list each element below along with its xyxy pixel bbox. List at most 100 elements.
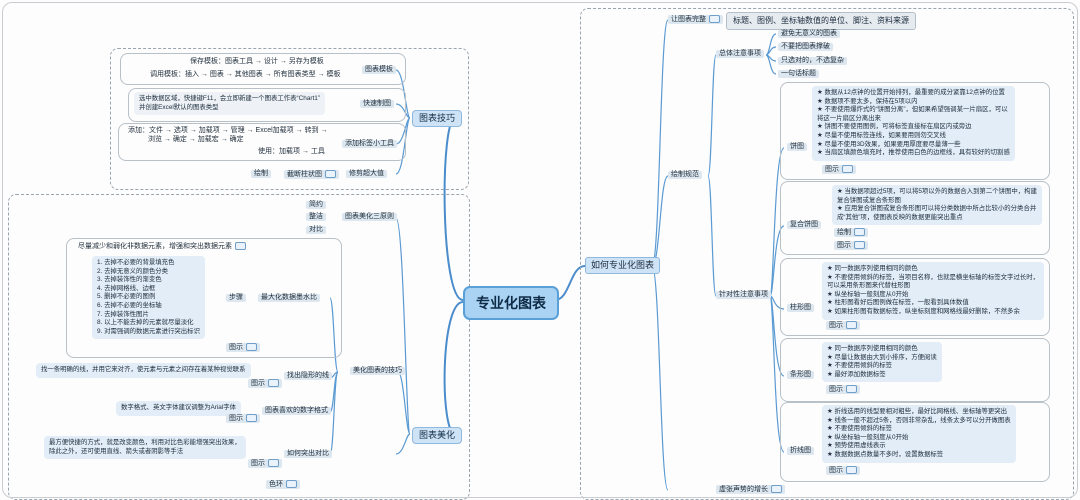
general-item-0[interactable]: 避免无意义的图表 [778,30,840,38]
step-item: 5. 删掉不必要的图例 [97,293,156,301]
node-complete[interactable]: 让图表完整 [668,15,723,24]
node-addin[interactable]: 添加标签小工具 [342,140,397,148]
node-pie[interactable]: 饼图 [787,143,807,151]
branch-skills[interactable]: 图表技巧 [412,110,463,127]
number-ref[interactable]: 图示 [226,414,260,423]
bottom-cut-label: 虚张声势的增长 [719,485,768,493]
line-note: ★ 折线选用的线型要相对粗些，最好比网格线、坐标轴等更突出 [827,408,1008,415]
bar-note: ★ 同一数据序列使用相同的颜色 [827,345,918,352]
template-item-0[interactable]: 保存模板：图表工具 → 设计 → 另存为模板 [190,58,324,66]
general-item-2[interactable]: 只选对的，不选复杂 [778,57,847,65]
step-item: 6. 去掉不必要的坐标轴 [97,301,162,309]
line-note: ★ 不要使用倾斜的标签 [827,425,893,433]
three-item-0[interactable]: 简约 [306,201,326,209]
node-contrast[interactable]: 如何突出对比 [284,450,332,458]
ratio-ref-label: 图示 [229,343,243,351]
callout-complete: 标题、图例、坐标轴数值的单位、脚注、资料来源 [726,12,916,30]
node-tips[interactable]: 美化图表的技巧 [350,367,405,375]
node-draw[interactable]: 绘制 [251,170,271,178]
contrast-note-line: 除此之外，还可使用直线、箭头或者阴影等手法 [49,447,184,455]
pie-note: ★ 尽量不使用标签连线，如果要用则勿交叉线 [817,131,946,139]
comment-icon [854,228,865,236]
pie-note: ★ 数据从12点钟的位置开始排列，最重要的成分紧靠12点钟的位置 [817,89,1005,96]
truncate-label: 截断柱状图 [287,170,322,178]
comment-icon [235,242,246,250]
quick-note-line: 选中数据区域，快捷键F11，会立即新建一个图表工作表“Chart1” [139,95,320,102]
column-note: ★ 柱形图看好后图例做在标签，一般看到具体数值 [827,299,969,307]
line-ref[interactable]: 图示 [826,466,860,475]
compound-ref[interactable]: 图示 [834,241,868,250]
contrast-ref[interactable]: 图示 [248,459,282,468]
number-ref-label: 图示 [229,414,243,422]
compound-draw-label: 绘制 [837,228,851,236]
column-note: 可以采用条形图来代替柱形图 [827,282,911,290]
comment-icon [709,15,720,23]
image-icon [268,379,279,387]
image-icon [846,466,857,474]
compound-draw[interactable]: 绘制 [834,228,868,237]
hidden-ref[interactable]: 图示 [248,379,282,388]
bar-note: ★ 最好添加数据标签 [827,370,886,378]
node-chart-points[interactable]: 针对性注意事项 [716,291,771,299]
node-quick[interactable]: 快速制图 [360,100,394,108]
addin-item-0[interactable]: 添加：文件 → 选项 → 加载项 → 管理 → Excel加载项 → 转到 → [128,127,328,135]
comment-icon [325,170,336,178]
image-icon [842,165,853,173]
addin-item-2[interactable]: 使用：加载项 → 工具 [258,148,325,156]
node-ratio[interactable]: 最大化数据墨水比 [258,294,320,302]
node-three[interactable]: 图表美化三原则 [342,213,397,221]
pie-note: ★ 尽量不使用3D效果，如果要用厚度要尽量薄一些 [817,140,961,148]
node-general[interactable]: 总体注意事项 [716,50,764,58]
line-note: ★ 线条一般不超过5条，否则非常杂乱，线条太多可以分开做图表 [827,416,1011,424]
image-icon [846,321,857,329]
step-item: 1. 去掉不必要的背景填充色 [97,259,175,266]
branch-pro[interactable]: 如何专业化图表 [585,257,661,274]
pie-note: ★ 不要使用爆炸式的“饼图分离”，但如果希望强调某一片扇区，可以 [817,106,1008,114]
quick-note-line: 并创建Excel默认的图表类型 [139,103,219,111]
line-ref-label: 图示 [829,466,843,474]
color-label: 色环 [269,480,283,488]
node-template[interactable]: 图表模板 [362,66,396,74]
general-item-3[interactable]: 一句话标题 [778,70,819,78]
bar-notes: ★ 同一数据序列使用相同的颜色 ★ 尽量让数据由大到小排序，方便阅读 ★ 不要使… [822,342,942,383]
general-item-1[interactable]: 不要把图表撑破 [778,43,833,51]
node-bar[interactable]: 条形图 [787,371,814,379]
template-item-1[interactable]: 调用模板：插入 → 图表 → 其他图表 → 所有图表类型 → 模板 [150,71,341,79]
hidden-ref-label: 图示 [251,379,265,387]
ratio-ref[interactable]: 图示 [226,343,260,352]
node-bigvalue[interactable]: 修剪超大值 [346,170,387,178]
image-icon [846,385,857,393]
mind-map-canvas: 专业化图表 如何专业化图表 让图表完整 标题、图例、坐标轴数值的单位、脚注、资料… [0,0,1080,500]
step-item: 8. 以上不能去掉的元素就尽量淡化 [97,319,194,327]
node-compound-pie[interactable]: 复合饼图 [787,221,821,229]
node-hidden[interactable]: 找出隐形的线 [284,372,332,380]
node-number[interactable]: 图表喜欢的数字格式 [262,407,331,415]
column-notes: ★ 同一数据序列使用相同的颜色 ★ 不要使用倾斜的标签，当项目名称，也就是横坐标… [822,262,1045,320]
pie-ref[interactable]: 图示 [822,165,856,174]
compound-notes: ★ 当数据项超过5项，可以将5项以外的数据合入到第二个饼图中，构建 复合饼图或复… [832,185,1042,226]
line-note: ★ 数据数据点数量不多时，设置数据标签 [827,450,944,458]
step-item: 7. 去掉装饰性图片 [97,310,149,318]
bar-ref[interactable]: 图示 [826,385,860,394]
node-bottom-cut[interactable]: 虚张声势的增长 [716,485,785,494]
image-icon [246,414,257,422]
pie-note: ★ 数据项不要太多，保持在5项以内 [817,97,918,105]
pie-ref-label: 图示 [825,165,839,173]
node-complete-label: 让图表完整 [671,15,706,23]
column-ref-label: 图示 [829,321,843,329]
node-color[interactable]: 色环 [266,480,300,489]
root-topic[interactable]: 专业化图表 [463,286,559,320]
node-column[interactable]: 柱形图 [787,304,814,312]
node-line[interactable]: 折线图 [787,447,814,455]
node-norms[interactable]: 绘制规范 [668,171,702,179]
compound-note: 复合饼图或复合条形图 [837,196,901,204]
three-item-1[interactable]: 整洁 [306,213,326,221]
branch-beauty[interactable]: 图表美化 [412,427,463,444]
node-truncate[interactable]: 截断柱状图 [284,170,339,179]
addin-item-1[interactable]: 浏览 → 确定 → 加载宏 → 确定 [148,136,244,144]
ratio-steps[interactable]: 步骤 [226,294,246,302]
ratio-top[interactable]: 尽量减少和弱化非数据元素，增强和突出数据元素 [78,242,246,251]
column-ref[interactable]: 图示 [826,321,860,330]
three-item-2[interactable]: 对比 [306,226,326,234]
step-item: 3. 去掉装饰性的渐变色 [97,276,162,284]
